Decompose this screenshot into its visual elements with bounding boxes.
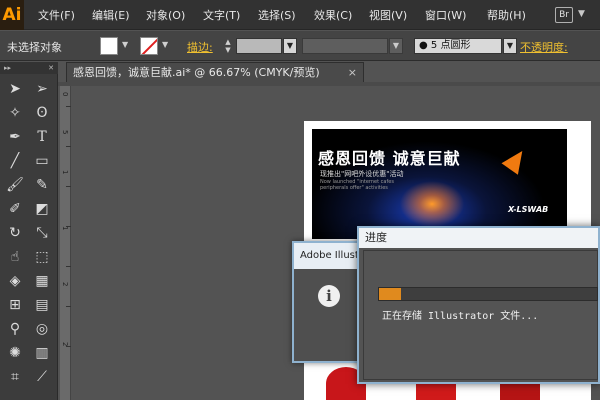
selection-tool-icon[interactable]: ➤ <box>3 78 27 100</box>
progress-dialog[interactable]: 进度 正在存储 Illustrator 文件... <box>357 226 600 384</box>
dialog-title[interactable]: Adobe Illustrator <box>294 243 366 269</box>
banner-title: 感恩回馈 诚意巨献 <box>318 149 461 168</box>
pencil-tool-icon[interactable]: ✎ <box>30 174 54 196</box>
brush-dropdown-icon[interactable]: ▼ <box>503 38 517 54</box>
stroke-spinner-icon[interactable]: ▲ ▼ <box>222 38 234 54</box>
progress-status-text: 正在存储 Illustrator 文件... <box>382 311 539 322</box>
close-icon[interactable]: × <box>348 63 357 82</box>
magic-wand-tool-icon[interactable]: ✧ <box>3 102 27 124</box>
stroke-weight-input[interactable] <box>236 38 282 54</box>
blend-tool-icon[interactable]: ◎ <box>30 318 54 340</box>
eraser-tool-icon[interactable]: ◩ <box>30 198 54 220</box>
selection-status: 未选择对象 <box>7 41 62 54</box>
artboard-tool-icon[interactable]: ⌗ <box>3 366 27 388</box>
profile-dropdown-icon[interactable]: ▼ <box>389 38 403 54</box>
progress-bar-fill <box>379 288 401 300</box>
promo-banner[interactable]: 感恩回馈 诚意巨献 现推出"网吧外设优惠"活动 Now launched "in… <box>312 129 567 239</box>
menu-bar: Ai 文件(F) 编辑(E) 对象(O) 文字(T) 选择(S) 效果(C) 视… <box>0 0 600 30</box>
mesh-tool-icon[interactable]: ⊞ <box>3 294 27 316</box>
rectangle-tool-icon[interactable]: ▭ <box>30 150 54 172</box>
bridge-button[interactable]: Br <box>555 7 573 23</box>
document-tab-title: 感恩回馈，诚意巨献.ai* @ 66.67% (CMYK/预览) <box>73 66 320 79</box>
chevron-down-icon[interactable]: ▼ <box>578 9 585 19</box>
menu-object[interactable]: 对象(O) <box>146 7 185 23</box>
fill-dropdown-icon[interactable]: ▼ <box>122 40 128 49</box>
blob-brush-tool-icon[interactable]: ✐ <box>3 198 27 220</box>
menu-effect[interactable]: 效果(C) <box>314 7 352 23</box>
pen-tool-icon[interactable]: ✒ <box>3 126 27 148</box>
eyedropper-tool-icon[interactable]: ⚲ <box>3 318 27 340</box>
paintbrush-tool-icon[interactable]: 🖌 <box>3 174 27 196</box>
brush-definition-select[interactable]: ● 5 点圆形 <box>414 38 502 54</box>
menu-type[interactable]: 文字(T) <box>203 7 240 23</box>
document-tab[interactable]: 感恩回馈，诚意巨献.ai* @ 66.67% (CMYK/预览) × <box>66 62 364 82</box>
ruler-number: 1 <box>61 226 69 231</box>
ruler-number: 2 <box>61 342 69 347</box>
info-icon: i <box>318 285 340 307</box>
scale-tool-icon[interactable]: ⤡ <box>30 222 54 244</box>
ruler-number: 5 <box>61 130 69 135</box>
slice-tool-icon[interactable]: ⟋ <box>30 366 54 388</box>
symbol-sprayer-tool-icon[interactable]: ✺ <box>3 342 27 364</box>
lasso-tool-icon[interactable]: ʘ <box>30 102 54 124</box>
progress-dialog-title[interactable]: 进度 <box>359 228 598 248</box>
menu-window[interactable]: 窗口(W) <box>425 7 466 23</box>
tools-panel-header[interactable]: ▸▸ ✕ <box>0 62 58 74</box>
column-graph-tool-icon[interactable]: ▥ <box>30 342 54 364</box>
banner-subtitle: 现推出"网吧外设优惠"活动 <box>320 170 404 178</box>
type-tool-icon[interactable]: T <box>30 126 54 148</box>
stroke-swatch[interactable] <box>140 37 158 55</box>
banner-english-text: Now launched "internet cafes peripherals… <box>320 179 394 191</box>
opacity-label[interactable]: 不透明度: <box>520 39 568 55</box>
brand-logo: X-LSWAB <box>508 205 549 214</box>
line-tool-icon[interactable]: ╱ <box>3 150 27 172</box>
ruler-number: 1 <box>61 170 69 175</box>
menu-help[interactable]: 帮助(H) <box>487 7 526 23</box>
progress-bar <box>378 287 598 301</box>
stroke-label[interactable]: 描边: <box>187 39 213 55</box>
vertical-ruler: 0 5 1 1 2 2 <box>60 86 71 400</box>
flame-graphic <box>501 145 531 175</box>
gradient-tool-icon[interactable]: ▤ <box>30 294 54 316</box>
stroke-weight-dropdown-icon[interactable]: ▼ <box>283 38 297 54</box>
progress-dialog-body: 正在存储 Illustrator 文件... <box>363 250 598 380</box>
variable-width-profile[interactable] <box>302 38 388 54</box>
menu-file[interactable]: 文件(F) <box>38 7 75 23</box>
menu-select[interactable]: 选择(S) <box>258 7 296 23</box>
warp-tool-icon[interactable]: ☝ <box>3 246 27 268</box>
perspective-grid-tool-icon[interactable]: ▦ <box>30 270 54 292</box>
fill-swatch[interactable] <box>100 37 118 55</box>
menu-view[interactable]: 视图(V) <box>369 7 407 23</box>
direct-selection-tool-icon[interactable]: ➢ <box>30 78 54 100</box>
shape-builder-tool-icon[interactable]: ◈ <box>3 270 27 292</box>
ruler-number: 0 <box>61 92 69 97</box>
free-transform-tool-icon[interactable]: ⬚ <box>30 246 54 268</box>
menu-edit[interactable]: 编辑(E) <box>92 7 130 23</box>
illustrator-logo: Ai <box>0 0 24 30</box>
ruler-number: 2 <box>61 282 69 287</box>
stroke-dropdown-icon[interactable]: ▼ <box>162 40 168 49</box>
tools-panel: ▸▸ ✕ ➤ ➢ ✧ ʘ ✒ T ╱ ▭ 🖌 ✎ ✐ ◩ ↻ ⤡ ☝ ⬚ ◈ ▦ … <box>0 62 58 400</box>
rotate-tool-icon[interactable]: ↻ <box>3 222 27 244</box>
control-bar: 未选择对象 ▼ ▼ 描边: ▲ ▼ ▼ ▼ ● 5 点圆形 ▼ 不透明度: <box>0 31 600 61</box>
